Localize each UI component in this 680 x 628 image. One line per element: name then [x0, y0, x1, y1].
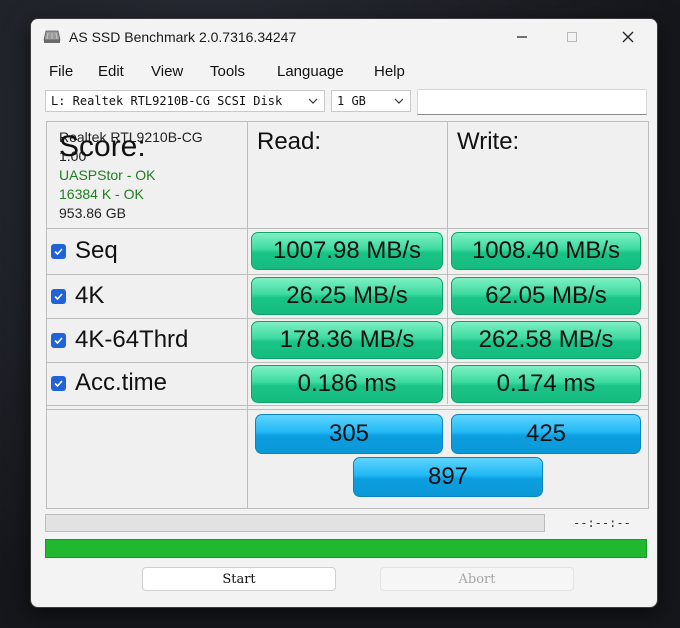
- size-select[interactable]: 1 GB: [331, 90, 411, 112]
- total-score: 897: [353, 457, 543, 497]
- 4k-read-result: 26.25 MB/s: [251, 277, 443, 315]
- menu-tools[interactable]: Tools: [210, 63, 245, 80]
- elapsed-time: --:--:--: [573, 516, 631, 530]
- 4k-label: 4K: [75, 282, 105, 309]
- grid-divider: [47, 405, 648, 406]
- checkmark-icon: [54, 379, 63, 387]
- close-button[interactable]: [605, 23, 651, 51]
- menu-view[interactable]: View: [151, 63, 183, 80]
- seq-write-result: 1008.40 MB/s: [451, 232, 641, 270]
- 4k-checkbox[interactable]: [51, 288, 66, 304]
- 4k-write-result: 62.05 MB/s: [451, 277, 641, 315]
- checkmark-icon: [54, 336, 63, 344]
- menu-language[interactable]: Language: [277, 63, 344, 80]
- acc-time-label: Acc.time: [75, 369, 168, 396]
- acc-time-checkbox[interactable]: [51, 375, 66, 391]
- grid-divider: [47, 274, 648, 275]
- alignment-status: 16384 K - OK: [59, 186, 144, 202]
- seq-label: Seq: [75, 237, 118, 264]
- minimize-button[interactable]: [499, 23, 545, 51]
- title-bar[interactable]: AS SSD Benchmark 2.0.7316.34247: [31, 19, 657, 55]
- grid-divider: [47, 362, 648, 363]
- maximize-icon: [567, 32, 577, 42]
- menu-edit[interactable]: Edit: [98, 63, 124, 80]
- menu-bar: File Edit View Tools Language Help: [31, 61, 657, 85]
- seq-checkbox[interactable]: [51, 243, 66, 259]
- test-progress-bar: [45, 514, 545, 532]
- toolbar: L: Realtek RTL9210B-CG SCSI Disk 1 GB: [31, 89, 657, 115]
- test-row-4k[interactable]: 4K: [51, 282, 104, 310]
- overall-progress-bar: [45, 539, 647, 558]
- score-label: Score:: [59, 130, 146, 163]
- test-row-seq[interactable]: Seq: [51, 237, 118, 265]
- seq-read-result: 1007.98 MB/s: [251, 232, 443, 270]
- read-column-header: Read:: [257, 128, 322, 155]
- results-grid: Realtek RTL9210B-CG 1.00 UASPStor - OK 1…: [46, 121, 649, 509]
- grid-divider: [47, 318, 648, 319]
- 4k-64thrd-write-result: 262.58 MB/s: [451, 321, 641, 359]
- driver-status: UASPStor - OK: [59, 167, 156, 183]
- minimize-icon: [517, 36, 527, 38]
- acc-time-read-result: 0.186 ms: [251, 365, 443, 403]
- checkmark-icon: [54, 292, 63, 300]
- window-title: AS SSD Benchmark 2.0.7316.34247: [69, 29, 297, 45]
- 4k-64thrd-read-result: 178.36 MB/s: [251, 321, 443, 359]
- 4k-64thrd-label: 4K-64Thrd: [75, 326, 189, 353]
- text-input[interactable]: [417, 89, 647, 115]
- grid-divider: [247, 122, 248, 509]
- read-score: 305: [255, 414, 443, 454]
- test-row-4k-64thrd[interactable]: 4K-64Thrd: [51, 326, 188, 354]
- app-window: AS SSD Benchmark 2.0.7316.34247 File Edi…: [30, 18, 658, 608]
- close-icon: [622, 31, 634, 43]
- acc-time-write-result: 0.174 ms: [451, 365, 641, 403]
- chevron-down-icon: [394, 98, 404, 104]
- start-button[interactable]: Start: [142, 567, 336, 591]
- drive-select[interactable]: L: Realtek RTL9210B-CG SCSI Disk: [45, 90, 325, 112]
- menu-file[interactable]: File: [49, 63, 73, 80]
- 4k-64thrd-checkbox[interactable]: [51, 332, 66, 348]
- app-disk-icon: [43, 30, 61, 43]
- drive-select-value: L: Realtek RTL9210B-CG SCSI Disk: [51, 94, 283, 108]
- checkmark-icon: [54, 247, 63, 255]
- menu-help[interactable]: Help: [374, 63, 405, 80]
- maximize-button[interactable]: [549, 23, 595, 51]
- test-row-acc-time[interactable]: Acc.time: [51, 369, 167, 397]
- device-capacity: 953.86 GB: [59, 205, 126, 221]
- write-score: 425: [451, 414, 641, 454]
- size-select-value: 1 GB: [337, 94, 366, 108]
- abort-button[interactable]: Abort: [380, 567, 574, 591]
- grid-divider: [47, 228, 648, 229]
- chevron-down-icon: [308, 98, 318, 104]
- grid-divider: [47, 409, 648, 410]
- write-column-header: Write:: [457, 128, 520, 155]
